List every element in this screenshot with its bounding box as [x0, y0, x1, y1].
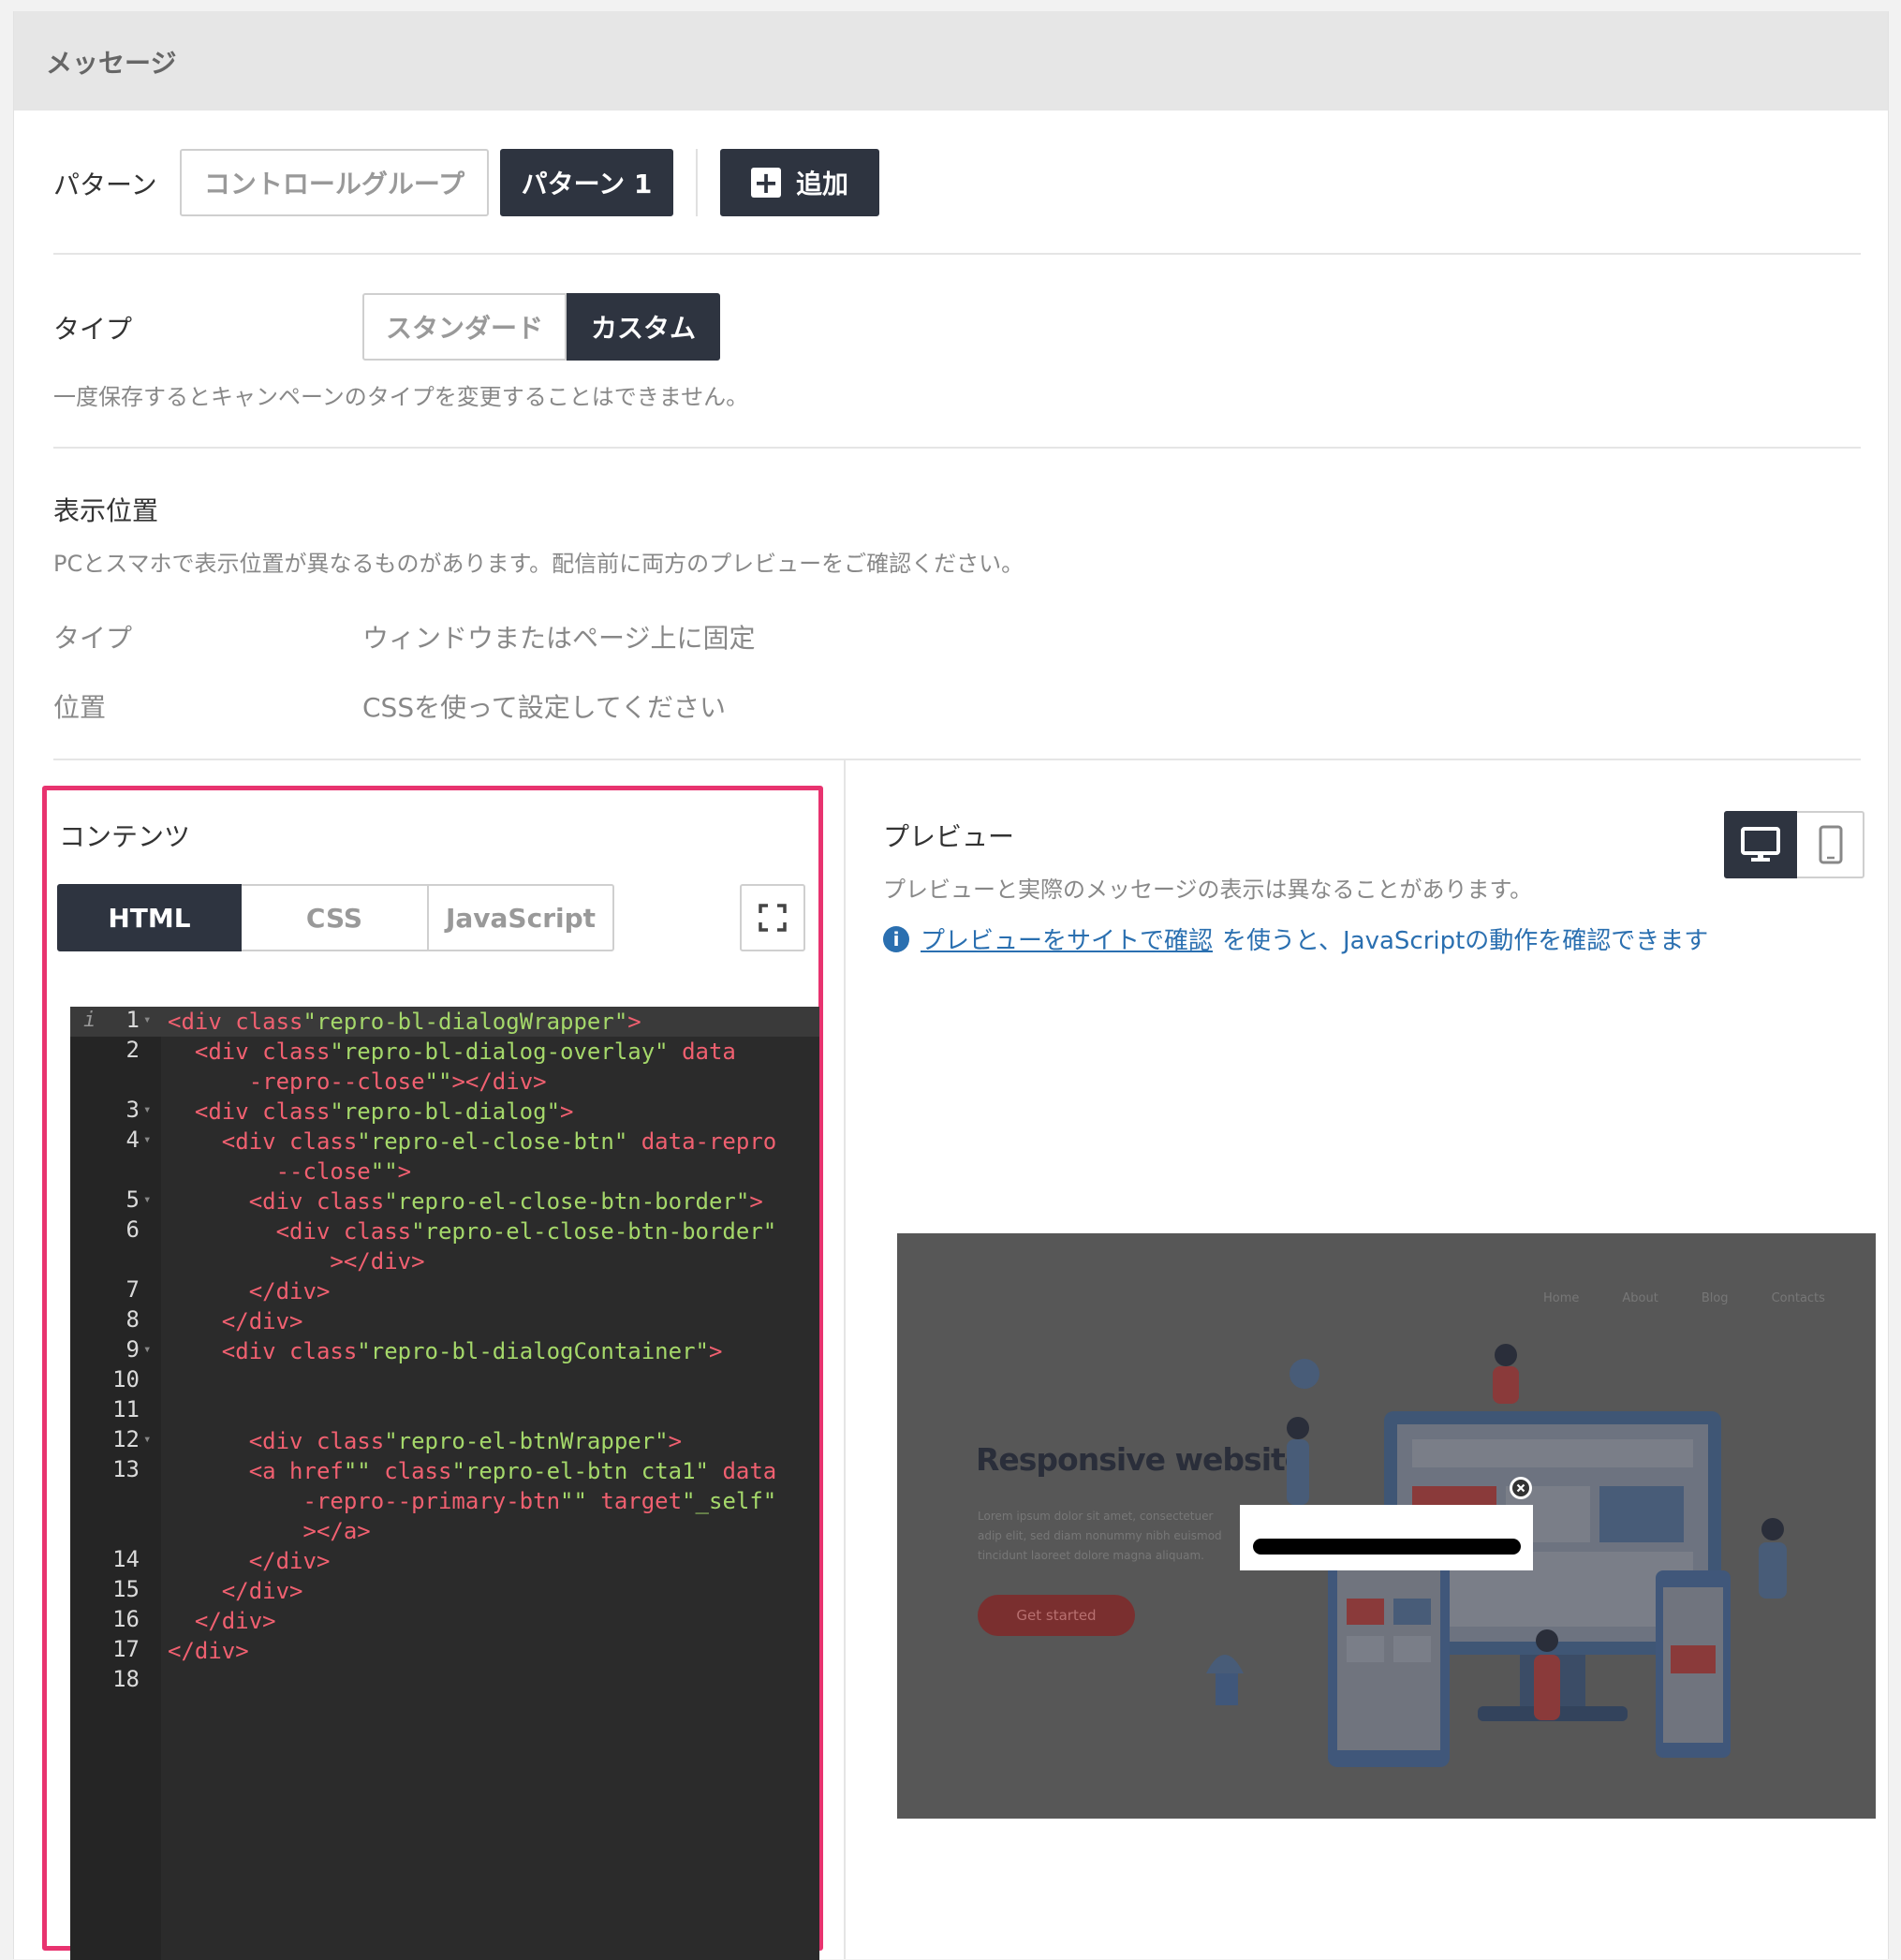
message-panel: メッセージ パターン コントロールグループ パターン 1 + 追加 タイプ スタ… — [13, 11, 1889, 1960]
panel-header: メッセージ — [14, 11, 1888, 111]
preview-site-link[interactable]: プレビューをサイトで確認 — [921, 921, 1213, 956]
line-number: 14 — [112, 1546, 140, 1572]
code-line: ></a> — [168, 1518, 371, 1544]
site-cta-button: Get started — [978, 1595, 1135, 1636]
line-number: 1 — [125, 1007, 140, 1033]
code-line: <a href"" class"repro-el-btn cta1" data — [168, 1458, 777, 1484]
code-line: </div> — [168, 1578, 303, 1604]
tab-javascript[interactable]: JavaScript — [427, 884, 614, 951]
site-nav-blog: Blog — [1701, 1291, 1729, 1305]
panel-title: メッセージ — [46, 48, 177, 79]
plus-icon: + — [750, 168, 781, 198]
fold-arrow-icon[interactable]: ▾ — [143, 1132, 151, 1147]
mobile-icon — [1819, 825, 1843, 864]
close-icon — [1512, 1480, 1529, 1496]
pattern-control-group-button[interactable]: コントロールグループ — [180, 149, 489, 216]
code-line: </div> — [168, 1278, 331, 1304]
fullscreen-button[interactable] — [740, 884, 805, 951]
divider — [53, 253, 1861, 255]
code-line: <div class"repro-bl-dialogWrapper"> — [168, 1009, 641, 1035]
fold-arrow-icon[interactable]: ▾ — [143, 1342, 151, 1357]
code-line: ></div> — [168, 1248, 425, 1275]
mobile-preview-button[interactable] — [1797, 811, 1864, 878]
fold-arrow-icon[interactable]: ▾ — [143, 1192, 151, 1207]
fold-arrow-icon[interactable]: ▾ — [143, 1432, 151, 1447]
code-line: <div class"repro-el-close-btn" data-repr… — [168, 1128, 777, 1155]
line-number: 17 — [112, 1636, 140, 1662]
add-pattern-button[interactable]: + 追加 — [720, 149, 879, 216]
code-line: <div class"repro-bl-dialog"> — [168, 1098, 574, 1125]
line-number: 12 — [112, 1426, 140, 1452]
code-line: </div> — [168, 1308, 303, 1334]
line-number: 16 — [112, 1606, 140, 1632]
type-standard-option[interactable]: スタンダード — [362, 293, 567, 361]
site-nav: Home About Blog Contacts — [1543, 1291, 1825, 1305]
line-number: 15 — [112, 1576, 140, 1602]
position-pos-key: 位置 — [53, 692, 107, 723]
code-line: -repro--primary-btn"" target"_self" — [168, 1488, 777, 1514]
line-number: 8 — [125, 1306, 140, 1333]
code-line: <div class"repro-el-close-btn-border" — [168, 1218, 777, 1245]
code-line: <div class"repro-bl-dialog-overlay" data — [168, 1039, 736, 1065]
fold-arrow-icon[interactable]: ▾ — [143, 1102, 151, 1117]
line-number: 9 — [125, 1336, 140, 1363]
preview-title: プレビュー — [883, 821, 1015, 852]
divider — [53, 447, 1861, 449]
preview-canvas: Home About Blog Contacts Responsive webs… — [897, 1233, 1876, 1819]
code-line: <div class"repro-el-close-btn-border"> — [168, 1188, 763, 1215]
preview-dialog-button — [1253, 1539, 1521, 1555]
preview-info-text: を使うと、JavaScriptの動作を確認できます — [1222, 927, 1709, 955]
expand-icon — [759, 904, 787, 932]
line-number: 3 — [125, 1097, 140, 1123]
code-line: -repro--close""></div> — [168, 1068, 547, 1095]
fold-arrow-icon[interactable]: ▾ — [143, 1012, 151, 1027]
code-editor[interactable]: i 1 2 3 4 5 6 7 8 9 10 11 12 13 14 15 16 17 18 ▾ ▾ ▾ ▾ ▾ ▾ <div… — [70, 1007, 819, 1960]
preview-info: i プレビューをサイトで確認 を使うと、JavaScriptの動作を確認できます — [883, 921, 1708, 956]
column-divider — [844, 760, 846, 1959]
site-nav-about: About — [1622, 1291, 1658, 1305]
preview-note: プレビューと実際のメッセージの表示は異なることがあります。 — [883, 877, 1533, 903]
line-number: 6 — [125, 1216, 140, 1243]
preview-dialog — [1240, 1505, 1533, 1570]
type-custom-option[interactable]: カスタム — [567, 293, 720, 361]
add-label: 追加 — [795, 169, 848, 199]
position-title: 表示位置 — [53, 495, 159, 526]
line-number: 10 — [112, 1366, 140, 1393]
tab-html[interactable]: HTML — [57, 884, 242, 951]
site-nav-home: Home — [1543, 1291, 1580, 1305]
code-line: </div> — [168, 1608, 276, 1634]
line-number: 5 — [125, 1186, 140, 1213]
contents-title: コンテンツ — [59, 821, 191, 852]
position-type-key: タイプ — [53, 623, 133, 654]
line-number: 11 — [112, 1396, 140, 1422]
position-pos-value: CSSを使って設定してください — [362, 692, 727, 723]
tab-css[interactable]: CSS — [242, 884, 429, 951]
desktop-icon — [1741, 827, 1780, 862]
code-line: <div class"repro-bl-dialogContainer"> — [168, 1338, 723, 1364]
line-number: 7 — [125, 1276, 140, 1303]
code-line: <div class"repro-el-btnWrapper"> — [168, 1428, 683, 1454]
site-nav-contacts: Contacts — [1771, 1291, 1825, 1305]
line-number: 4 — [125, 1127, 140, 1153]
position-type-value: ウィンドウまたはページ上に固定 — [362, 623, 756, 654]
info-icon: i — [883, 925, 909, 952]
position-note: PCとスマホで表示位置が異なるものがあります。配信前に両方のプレビューをご確認く… — [53, 551, 1024, 577]
pattern-1-button[interactable]: パターン 1 — [500, 149, 673, 216]
line-number: 2 — [125, 1037, 140, 1063]
pattern-label: パターン — [53, 169, 157, 200]
divider — [53, 759, 1861, 760]
pattern-divider — [696, 149, 698, 216]
type-note: 一度保存するとキャンペーンのタイプを変更することはできません。 — [53, 384, 749, 410]
code-line: --close""> — [168, 1158, 412, 1185]
code-line: </div> — [168, 1638, 249, 1664]
preview-dialog-close — [1510, 1477, 1532, 1499]
line-number: 13 — [112, 1456, 140, 1482]
desktop-preview-button[interactable] — [1724, 811, 1797, 878]
line-number: 18 — [112, 1666, 140, 1692]
type-label: タイプ — [53, 314, 133, 345]
code-line: </div> — [168, 1548, 331, 1574]
